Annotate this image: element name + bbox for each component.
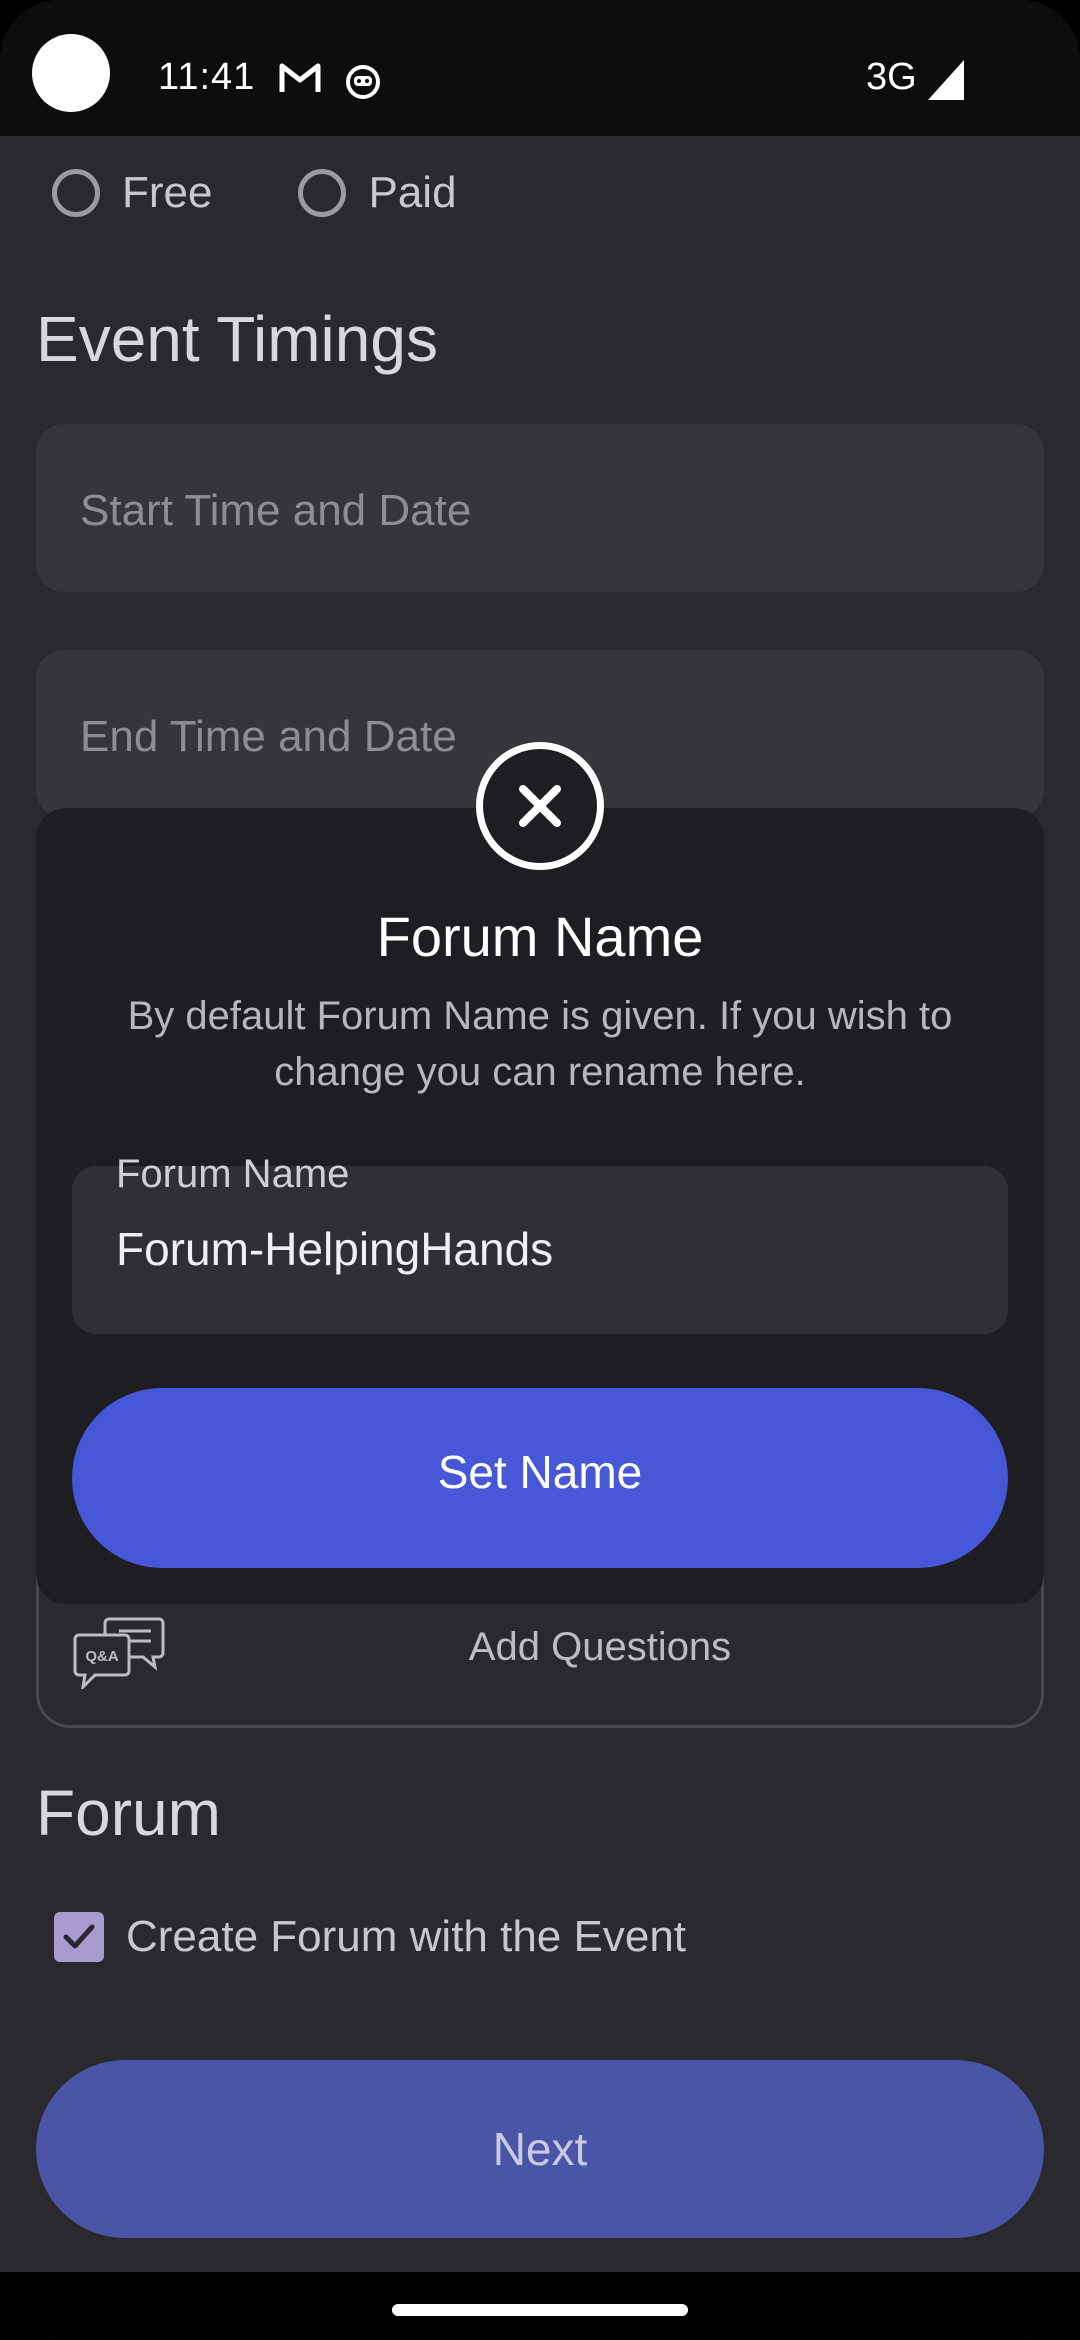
status-time: 11:41 [158,56,256,98]
start-time-field[interactable]: Start Time and Date [36,424,1044,592]
forum-name-input[interactable]: Forum Name Forum-HelpingHands [72,1152,1008,1334]
close-icon [519,785,561,827]
screen: 11:41 3G Free Paid Event Timings Start T… [0,0,1080,2340]
forum-name-input-label: Forum Name [116,1152,350,1196]
radio-free-label: Free [122,168,213,217]
home-indicator[interactable] [392,2304,688,2316]
network-type: 3G [866,56,917,98]
status-bar: 11:41 3G [0,0,1080,136]
dialog-title: Forum Name [376,905,704,968]
next-button[interactable]: Next [36,2060,1044,2238]
signal-icon [928,60,964,100]
radio-paid-label: Paid [368,168,457,217]
set-name-button[interactable]: Set Name [72,1388,1008,1568]
camera-cutout [32,34,110,112]
radio-paid[interactable] [298,169,347,217]
forum-heading: Forum [36,1777,221,1849]
radio-free[interactable] [52,169,100,217]
event-timings-heading: Event Timings [36,303,438,375]
checkmark-icon [63,1924,95,1949]
forum-name-input-value[interactable]: Forum-HelpingHands [116,1222,553,1276]
notification-bot-icon [346,65,380,99]
pricing-options: Free Paid [52,168,543,218]
gmail-icon [279,63,321,92]
add-questions-label: Add Questions [468,1625,732,1669]
create-forum-checkbox[interactable] [54,1912,104,1962]
close-dialog-button[interactable] [476,742,604,870]
dialog-description: By default Forum Name is given. If you w… [127,994,953,1094]
create-forum-label: Create Forum with the Event [126,1912,687,1961]
create-forum-row[interactable]: Create Forum with the Event [54,1912,686,1962]
